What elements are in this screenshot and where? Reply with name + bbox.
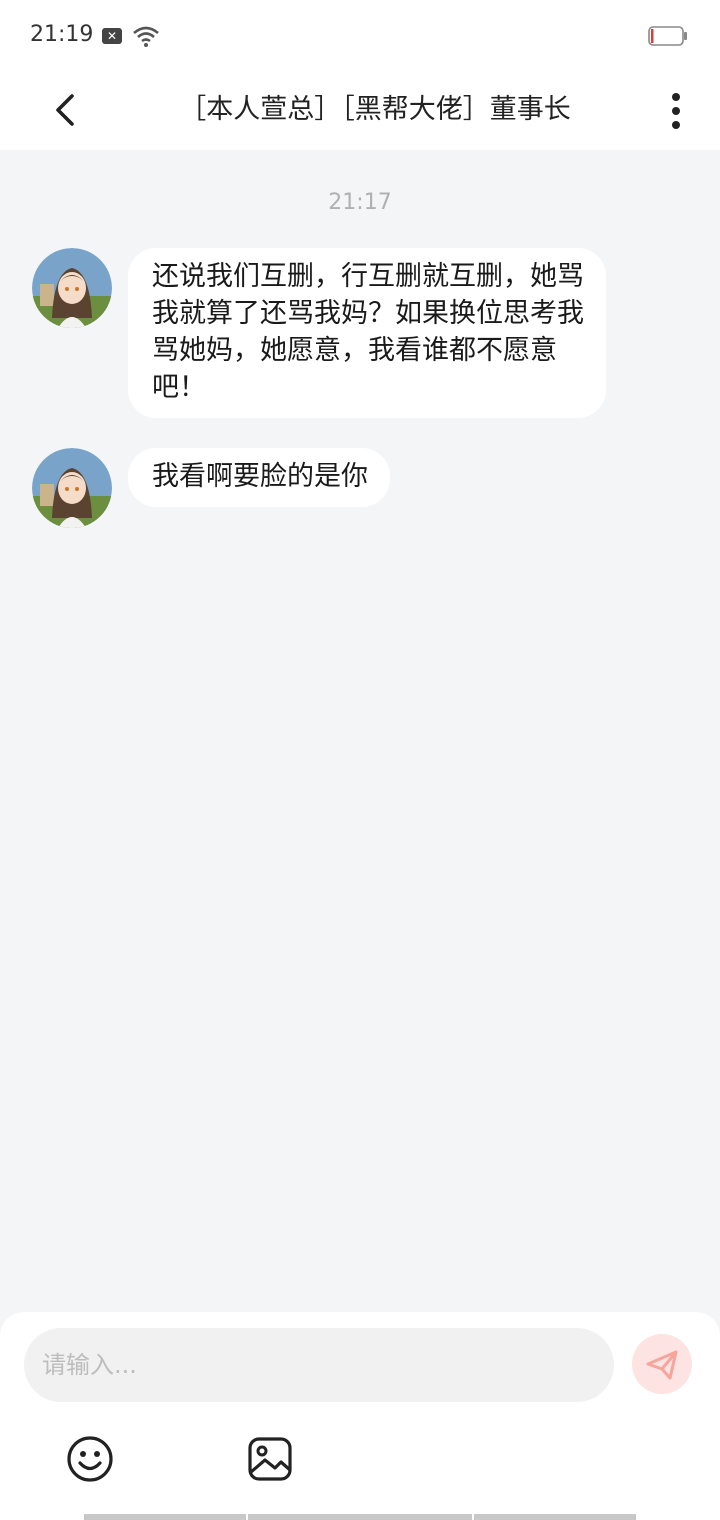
emoji-icon[interactable]	[65, 1434, 115, 1484]
battery-icon	[648, 26, 687, 46]
indicator-bar	[248, 1514, 472, 1520]
status-bar: 21:19 ✕	[0, 0, 720, 72]
message-timestamp: 21:17	[328, 190, 392, 215]
avatar[interactable]	[32, 448, 112, 528]
composer	[0, 1312, 720, 1520]
status-time: 21:19	[30, 22, 94, 47]
avatar[interactable]	[32, 248, 112, 328]
chat-header: ［本人萱总］［黑帮大佬］董事长	[0, 72, 720, 150]
message-text: 还说我们互删，行互删就互删，她骂我就算了还骂我妈？如果换位思考我骂她妈，她愿意，…	[152, 261, 584, 403]
image-icon[interactable]	[245, 1434, 295, 1484]
indicator-bar	[84, 1514, 246, 1520]
send-icon	[646, 1350, 678, 1380]
message-text: 我看啊要脸的是你	[152, 461, 368, 492]
indicator-bar	[474, 1514, 636, 1520]
message-input[interactable]	[24, 1328, 614, 1402]
wifi-icon	[133, 26, 159, 47]
chat-title: ［本人萱总］［黑帮大佬］董事长	[179, 94, 571, 125]
send-button[interactable]	[632, 1334, 692, 1394]
bottom-indicator	[0, 1514, 720, 1520]
message-list[interactable]: 21:17 还说我们互删，行互删就互删，她骂我就算了还骂我妈？如果换位思考我骂她…	[0, 150, 720, 1310]
message-bubble[interactable]: 我看啊要脸的是你	[128, 448, 390, 507]
notification-icon: ✕	[102, 28, 122, 44]
back-icon[interactable]	[46, 82, 86, 138]
message-bubble[interactable]: 还说我们互删，行互删就互删，她骂我就算了还骂我妈？如果换位思考我骂她妈，她愿意，…	[128, 248, 606, 418]
more-vertical-icon[interactable]	[660, 82, 692, 138]
